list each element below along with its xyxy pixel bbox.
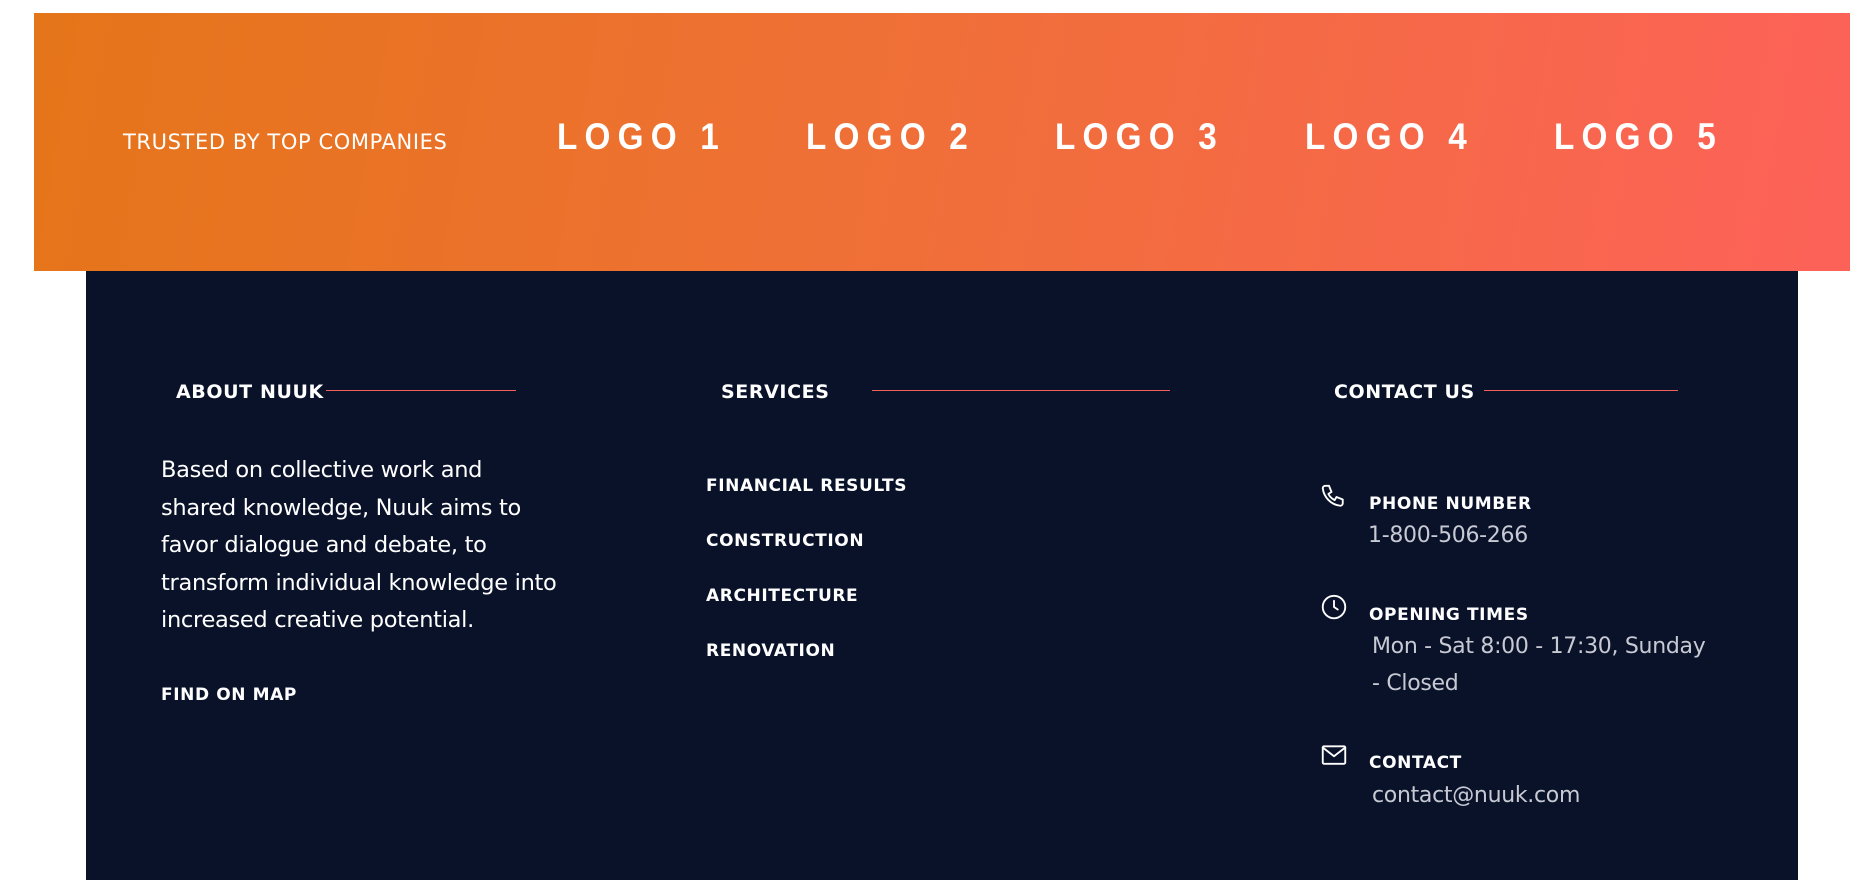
opening-times-label: OPENING TIMES: [1369, 605, 1529, 625]
services-heading: SERVICES: [721, 381, 830, 403]
partner-logo-1[interactable]: LOGO 1: [557, 115, 726, 159]
services-heading-rule: [872, 390, 1170, 391]
phone-label: PHONE NUMBER: [1369, 494, 1532, 514]
partner-logo-3[interactable]: LOGO 3: [1055, 115, 1224, 159]
service-link-architecture[interactable]: ARCHITECTURE: [706, 585, 858, 607]
service-link-renovation[interactable]: RENOVATION: [706, 640, 835, 662]
partner-logo-5[interactable]: LOGO 5: [1554, 115, 1723, 159]
contact-heading: CONTACT US: [1334, 381, 1475, 403]
partner-logo-4[interactable]: LOGO 4: [1305, 115, 1474, 159]
email-address[interactable]: contact@nuuk.com: [1372, 777, 1580, 814]
service-link-financial-results[interactable]: FINANCIAL RESULTS: [706, 475, 907, 497]
about-description: Based on collective work and shared know…: [161, 457, 557, 633]
phone-number[interactable]: 1-800-506-266: [1368, 517, 1528, 554]
partner-logo-2[interactable]: LOGO 2: [806, 115, 975, 159]
trusted-title: TRUSTED BY TOP COMPANIES: [123, 130, 448, 154]
mail-icon: [1321, 745, 1347, 765]
find-on-map-link[interactable]: FIND ON MAP: [161, 684, 297, 706]
email-label: CONTACT: [1369, 753, 1462, 773]
service-link-construction[interactable]: CONSTRUCTION: [706, 530, 864, 552]
contact-heading-rule: [1484, 390, 1678, 391]
phone-icon: [1321, 484, 1344, 507]
clock-icon: [1321, 594, 1347, 620]
about-heading-rule: [326, 390, 516, 391]
opening-times-value: Mon - Sat 8:00 - 17:30, Sunday - Closed: [1372, 634, 1706, 696]
about-heading: ABOUT NUUK: [176, 381, 324, 403]
